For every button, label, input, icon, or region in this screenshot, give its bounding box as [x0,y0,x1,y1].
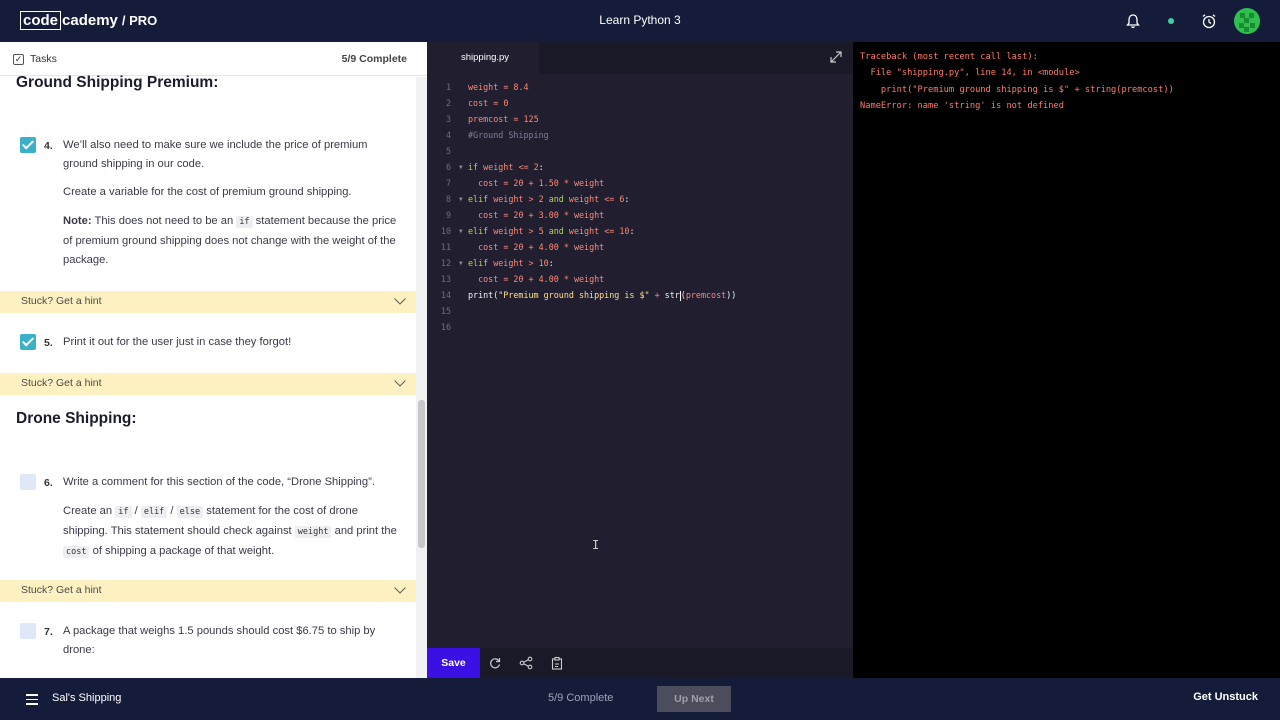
code-line: 10 ▼ elif weight > 5 and weight <= 10: [440,226,635,236]
footer-progress: 5/9 Complete [548,692,614,704]
task-6-text-a: Create an [63,505,116,517]
tasks-progress: 5/9 Complete [341,53,407,65]
alarm-clock-icon[interactable] [1196,8,1222,34]
share-icon[interactable] [519,656,533,670]
tasks-scrollbar-track[interactable] [416,77,427,678]
tasks-scrollbar-thumb[interactable] [418,400,425,548]
code-line: 6 ▼ if weight <= 2: [445,162,544,172]
task-4-note-label: Note: [63,215,92,227]
hint-bar-task-5[interactable]: Stuck? Get a hint [0,373,416,395]
code-line: 1 weight = 8.4 [445,82,529,92]
menu-icon[interactable] [26,694,38,705]
tab-shipping-py[interactable]: shipping.py [427,42,539,74]
code-line: 13 cost = 20 + 4.00 * weight [440,274,605,284]
code-line: 11 cost = 20 + 4.00 * weight [440,242,605,252]
code-weight: weight [294,526,332,538]
task-4-note: Note: This does not need to be an if sta… [63,212,398,270]
task-5-text: Print it out for the user just in case t… [63,336,292,348]
task-4-subtext: Create a variable for the cost of premiu… [63,186,352,198]
code-line: 15 [440,306,451,316]
code-line: 9 cost = 20 + 3.00 * weight [445,210,605,220]
tab-filename: shipping.py [461,52,510,63]
bottom-bar: Sal's Shipping 5/9 Complete Up Next Get … [0,678,1280,720]
task-6-number: 6. [44,477,53,489]
expand-icon[interactable] [829,50,843,64]
tasks-panel: ✓ Tasks 5/9 Complete Ground Shipping Pre… [0,42,427,678]
editor-footer: Save [427,648,853,678]
text-cursor-icon: I [592,538,600,552]
fold-arrow-icon[interactable]: ▼ [459,164,463,171]
task-6-text-d: of shipping a package of that weight. [89,545,275,557]
task-4-note-pre: This does not need to be an [91,215,237,227]
hint-label: Stuck? Get a hint [21,295,102,307]
project-name[interactable]: Sal's Shipping [52,692,121,704]
task-6-checkbox[interactable] [20,474,36,490]
fold-arrow-icon[interactable]: ▼ [459,228,463,235]
task-6-sep: / [167,505,177,517]
chevron-down-icon [394,582,406,594]
code-line: 5 [445,146,451,156]
task-7-checkbox[interactable] [20,623,36,639]
clipboard-icon[interactable] [550,656,564,670]
get-unstuck-button[interactable]: Get Unstuck [1193,691,1258,703]
hint-label: Stuck? Get a hint [21,377,102,389]
code-line: 3 premcost = 125 [445,114,539,124]
code-if: if [115,506,132,518]
output-line: File "shipping.py", line 14, in <module> [860,68,1080,78]
code-line: 4 #Ground Shipping [445,130,549,140]
section-title-ground-premium: Ground Shipping Premium: [16,74,219,91]
refresh-icon[interactable] [488,656,502,670]
fold-arrow-icon[interactable]: ▼ [459,260,463,267]
output-terminal[interactable]: Traceback (most recent call last): File … [853,42,1280,678]
course-title: Learn Python 3 [599,13,681,27]
task-6-text-c: and print the [331,525,397,537]
tasks-header[interactable]: ✓ Tasks 5/9 Complete [0,42,427,76]
code-line: 2 cost = 0 [445,98,509,108]
task-6-sep: / [131,505,141,517]
code-line: 7 cost = 20 + 1.50 * weight [445,178,605,188]
bell-icon[interactable] [1120,8,1146,34]
output-line: NameError: name 'string' is not defined [860,101,1064,111]
code-elif: elif [140,506,168,518]
top-navbar: code cademy / PRO Learn Python 3 [0,0,1280,42]
tasks-label: Tasks [30,53,57,65]
task-6-subtext: Create an if / elif / else statement for… [63,502,398,562]
section-title-drone: Drone Shipping: [16,410,137,427]
hint-bar-task-6[interactable]: Stuck? Get a hint [0,580,416,602]
code-line: 8 ▼ elif weight > 2 and weight <= 6: [445,194,630,204]
status-dot-icon [1158,8,1184,34]
code-editor[interactable]: shipping.py 1 weight = 8.4 2 cost = 0 3 pre… [427,42,853,678]
save-button[interactable]: Save [427,648,480,678]
code-else: else [176,506,204,518]
output-line: Traceback (most recent call last): [860,52,1038,62]
code-cost: cost [63,546,90,558]
tasks-scroll-area[interactable]: Ground Shipping Premium: 4. We’ll also n… [0,74,416,678]
code-line: 16 [440,322,451,332]
task-4-checkbox[interactable] [20,137,36,153]
output-line: print("Premium ground shipping is $" + s… [860,85,1174,95]
task-4-text: We’ll also need to make sure we include … [63,139,368,170]
task-7-text: A package that weighs 1.5 pounds should … [63,625,376,656]
task-6-text: Write a comment for this section of the … [63,476,375,488]
code-line: 12 ▼ elif weight > 10: [440,258,554,268]
hint-label: Stuck? Get a hint [21,584,102,596]
task-5-number: 5. [44,337,53,349]
chevron-down-icon [394,293,406,305]
code-if: if [236,216,253,228]
editor-tab-bar: shipping.py [427,42,853,74]
code-line: 14 print("Premium ground shipping is $" +… [440,290,737,301]
chevron-down-icon [394,375,406,387]
tasks-check-icon: ✓ [13,54,24,65]
fold-arrow-icon[interactable]: ▼ [459,196,463,203]
hint-bar-task-4[interactable]: Stuck? Get a hint [0,291,416,313]
task-7-number: 7. [44,626,53,638]
task-4-number: 4. [44,140,53,152]
up-next-button[interactable]: Up Next [657,686,731,712]
task-5-checkbox[interactable] [20,334,36,350]
avatar-icon[interactable] [1234,8,1260,34]
